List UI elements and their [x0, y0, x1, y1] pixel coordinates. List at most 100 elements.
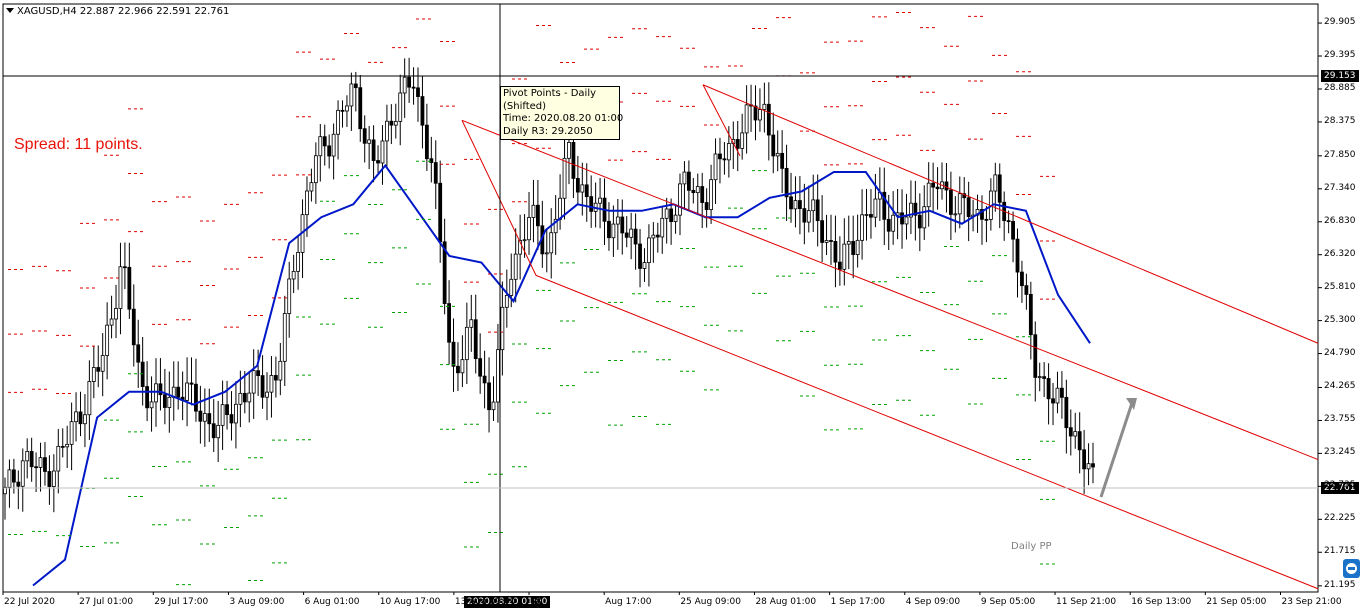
candle-body [16, 481, 21, 487]
candle-body [358, 87, 363, 130]
candle-body [624, 232, 629, 238]
candle-body [775, 152, 780, 157]
candle-body [189, 382, 194, 385]
candle-body [722, 158, 727, 161]
candle-body [56, 445, 61, 472]
candle-body [953, 213, 958, 216]
x-tick-label: Aug 17:00 [605, 597, 652, 607]
candle-body [331, 133, 336, 157]
candle-body [571, 142, 576, 179]
y-tick-label: 29.395 [1324, 50, 1356, 60]
candle-body [91, 367, 96, 382]
candle-body [43, 457, 47, 472]
candle-body [802, 208, 807, 223]
candle-body [1028, 293, 1033, 336]
candle-body [376, 160, 380, 164]
teamviewer-icon[interactable] [1343, 559, 1360, 578]
spread-text: Spread: 11 points. [14, 136, 143, 153]
candle-body [145, 386, 150, 409]
y-tick-label: 23.245 [1324, 447, 1356, 458]
candle-body [118, 266, 123, 309]
triangle-down-icon[interactable] [6, 8, 14, 13]
candle-body [1055, 387, 1060, 404]
candle-body [620, 216, 625, 234]
candle-body [460, 359, 465, 374]
candle-body [1042, 376, 1047, 379]
chart-window: XAGUSD,H4 22.887 22.966 22.591 22.761 Sp… [0, 0, 1363, 612]
tooltip-line-3: Time: 2020.08.20 01:00 [503, 113, 624, 124]
candle-body [1024, 285, 1029, 295]
candle-body [700, 186, 705, 203]
y-tick-label: 26.320 [1324, 248, 1356, 259]
candle-body [100, 355, 105, 372]
candle-body [238, 392, 243, 405]
x-tick-label: 10 Aug 17:00 [379, 597, 441, 607]
candle-body [25, 451, 30, 462]
candle-body [469, 319, 474, 328]
candle-body [922, 206, 927, 229]
candle-body [869, 214, 873, 218]
y-tick-label: 21.195 [1324, 579, 1356, 590]
candle-body [411, 86, 416, 89]
candle-body [296, 251, 300, 272]
candle-body [349, 83, 354, 107]
candle-body [456, 365, 460, 374]
candle-body [607, 220, 611, 239]
y-tick-label: 29.905 [1324, 17, 1356, 28]
candle-body [380, 140, 385, 164]
chart-title: XAGUSD,H4 22.887 22.966 22.591 22.761 [6, 6, 229, 17]
candle-body [673, 214, 678, 223]
candle-body [691, 189, 696, 194]
candle-body [1086, 463, 1091, 470]
candle-body [660, 217, 665, 238]
y-tick-label: 27.850 [1324, 149, 1356, 160]
candle-body [678, 183, 682, 216]
candle-body [269, 375, 274, 393]
candle-body [584, 184, 589, 198]
candle-body [762, 103, 767, 110]
candle-body [1060, 387, 1064, 398]
y-tick-label: 24.265 [1324, 381, 1356, 392]
x-tick-label: 23 Sep 21:00 [1281, 597, 1342, 607]
candle-body [686, 171, 691, 191]
candle-body [105, 324, 110, 356]
candle-body [47, 471, 52, 487]
candle-body [917, 214, 922, 229]
candle-body [567, 142, 571, 159]
x-tick-label: 13 Aug 09:00 [454, 597, 516, 607]
candle-body [229, 414, 234, 424]
candle-body [367, 139, 372, 144]
candle-body [1073, 431, 1078, 437]
y-tick-label: 25.810 [1324, 281, 1356, 292]
tooltip-line-1: Pivot Points - Daily [503, 88, 597, 99]
x-tick-label: 6 Aug 01:00 [304, 597, 360, 607]
x-tick-label: 18 [530, 597, 542, 607]
candle-body [491, 401, 496, 411]
candle-body [798, 200, 802, 210]
candle-body [1082, 449, 1087, 470]
candle-body [935, 186, 940, 190]
candle-body [398, 92, 403, 122]
candle-body [278, 360, 283, 381]
price-chart[interactable] [0, 0, 1363, 612]
candle-body [562, 157, 567, 199]
candle-body [202, 413, 207, 422]
candle-body [886, 218, 891, 232]
candle-body [287, 278, 292, 314]
x-tick-label: 29 Jul 17:00 [154, 597, 209, 607]
candle-body [389, 120, 394, 126]
candle-body [789, 196, 793, 210]
candle-body [402, 76, 407, 94]
candle-body [842, 243, 847, 270]
daily-pp-label: Daily PP [1011, 541, 1052, 552]
candle-body [997, 174, 1002, 203]
candle-body [162, 394, 167, 408]
candle-body [900, 212, 904, 225]
candle-body [433, 162, 438, 184]
candle-body [744, 104, 749, 134]
candle-body [780, 152, 785, 169]
y-tick-label: 26.830 [1324, 215, 1356, 226]
x-tick-label: 11 Sep 21:00 [1056, 597, 1117, 607]
candle-body [242, 392, 247, 403]
candle-body [509, 278, 514, 296]
